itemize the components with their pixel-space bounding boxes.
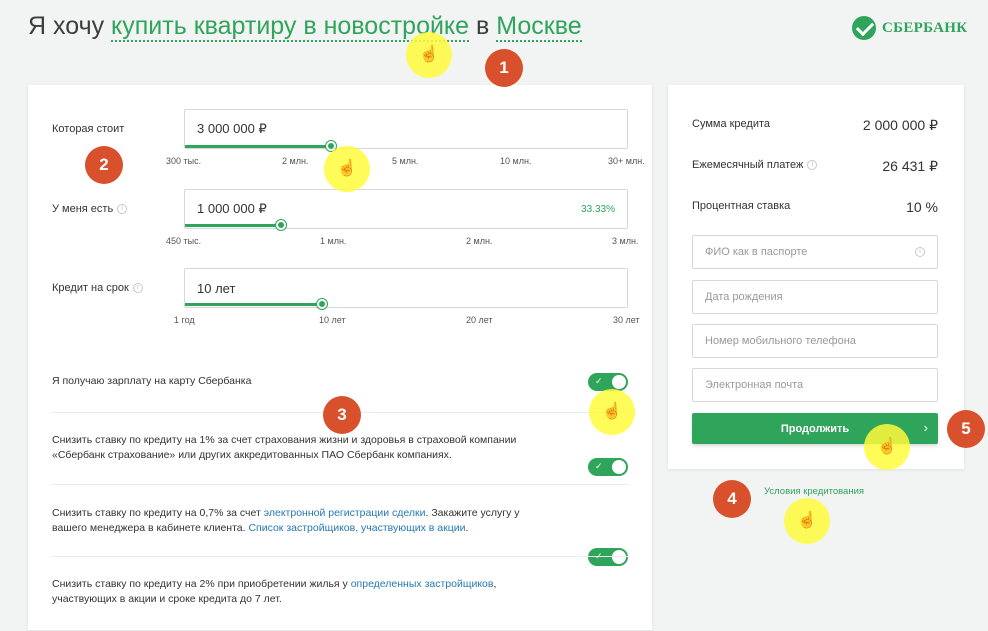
- logo-text: СБЕРБАНК: [882, 19, 968, 36]
- title-part-2: в: [469, 12, 497, 40]
- price-label: Которая стоит: [52, 123, 125, 135]
- down-payment-label: У меня есть i: [52, 203, 128, 215]
- down-payment-percent: 33.33%: [581, 203, 615, 215]
- step-badge: 5: [947, 410, 985, 448]
- monthly-payment-label: Ежемесячный платеж i: [692, 159, 818, 171]
- step-badge: 4: [713, 480, 751, 518]
- summary-card: [668, 85, 964, 469]
- insurance-toggle[interactable]: ✓: [588, 458, 628, 476]
- rate-label: Процентная ставка: [692, 200, 791, 212]
- down-payment-slider-handle[interactable]: [276, 220, 286, 230]
- hand-cursor-icon: ☝: [337, 160, 357, 177]
- email-field[interactable]: Электронная почта: [692, 368, 938, 402]
- email-placeholder: Электронная почта: [705, 379, 804, 391]
- loan-terms-link[interactable]: Условия кредитования: [764, 486, 864, 497]
- page-title: Я хочу купить квартиру в новостройке в М…: [28, 12, 582, 42]
- term-label-text: Кредит на срок: [52, 282, 129, 294]
- step-badge: 1: [485, 49, 523, 87]
- monthly-payment-label-text: Ежемесячный платеж: [692, 159, 804, 171]
- divider: [52, 484, 628, 485]
- down-payment-tick: 1 млн.: [320, 236, 347, 246]
- electronic-text-3: .: [465, 522, 469, 534]
- sberbank-logo-icon: [852, 16, 876, 40]
- developers-text-1: Снизить ставку по кредиту на 2% при прио…: [52, 578, 351, 590]
- fio-placeholder: ФИО как в паспорте: [705, 246, 808, 258]
- birth-date-placeholder: Дата рождения: [705, 291, 783, 303]
- sberbank-logo: СБЕРБАНК: [852, 16, 967, 40]
- fio-field[interactable]: ФИО как в паспорте i: [692, 235, 938, 269]
- developers-option-text: Снизить ставку по кредиту на 2% при прио…: [52, 577, 552, 607]
- info-icon[interactable]: i: [915, 247, 925, 257]
- chevron-right-icon: ›: [923, 420, 928, 435]
- term-tick: 10 лет: [319, 315, 346, 325]
- step-badge: 3: [323, 396, 361, 434]
- continue-label: Продолжить: [780, 422, 850, 435]
- info-icon[interactable]: i: [807, 160, 818, 171]
- term-tick: 20 лет: [466, 315, 493, 325]
- term-tick: 30 лет: [613, 315, 640, 325]
- loan-amount-value: 2 000 000 ₽: [862, 117, 938, 133]
- term-slider-fill: [185, 303, 322, 306]
- price-value: 3 000 000 ₽: [197, 121, 267, 136]
- term-input[interactable]: 10 лет: [184, 268, 628, 308]
- title-part-1: Я хочу: [28, 12, 112, 40]
- salary-option-text: Я получаю зарплату на карту Сбербанка: [52, 375, 252, 387]
- price-tick: 300 тыс.: [166, 156, 202, 166]
- price-tick: 30+ млн.: [608, 156, 645, 166]
- phone-placeholder: Номер мобильного телефона: [705, 335, 856, 347]
- divider: [52, 556, 628, 557]
- hand-cursor-icon: ☝: [419, 46, 439, 63]
- monthly-payment-value: 26 431 ₽: [882, 158, 938, 174]
- rate-value: 10 %: [906, 199, 938, 215]
- price-tick: 2 млн.: [282, 156, 309, 166]
- down-payment-tick: 450 тыс.: [166, 236, 202, 246]
- term-value: 10 лет: [197, 280, 236, 296]
- birth-date-field[interactable]: Дата рождения: [692, 280, 938, 314]
- phone-field[interactable]: Номер мобильного телефона: [692, 324, 938, 358]
- check-icon: ✓: [595, 461, 603, 471]
- electronic-registration-link[interactable]: электронной регистрации сделки: [264, 507, 426, 519]
- down-payment-input[interactable]: 1 000 000 ₽ 33.33%: [184, 189, 628, 229]
- developers-list-link[interactable]: Список застройщиков, участвующих в акции: [248, 522, 465, 534]
- electronic-toggle[interactable]: ✓: [588, 548, 628, 566]
- step-badge: 2: [85, 146, 123, 184]
- hand-cursor-icon: ☝: [877, 438, 897, 455]
- down-payment-tick: 3 млн.: [612, 236, 639, 246]
- term-tick: 1 год: [174, 315, 195, 325]
- insurance-option-text: Снизить ставку по кредиту на 1% за счет …: [52, 434, 517, 461]
- price-slider-fill: [185, 145, 331, 148]
- price-tick: 5 млн.: [392, 156, 419, 166]
- info-icon[interactable]: i: [117, 204, 128, 215]
- loan-amount-label: Сумма кредита: [692, 118, 771, 130]
- certain-developers-link[interactable]: определенных застройщиков: [351, 578, 494, 590]
- term-label: Кредит на срок i: [52, 282, 143, 294]
- electronic-option-text: Снизить ставку по кредиту на 0,7% за сче…: [52, 506, 552, 536]
- down-payment-value: 1 000 000 ₽: [197, 201, 267, 216]
- price-input[interactable]: 3 000 000 ₽: [184, 109, 628, 149]
- hand-cursor-icon: ☝: [602, 403, 622, 420]
- down-payment-label-text: У меня есть: [52, 203, 114, 215]
- info-icon[interactable]: i: [132, 283, 143, 294]
- electronic-text-1: Снизить ставку по кредиту на 0,7% за сче…: [52, 507, 264, 519]
- check-icon: ✓: [595, 376, 603, 386]
- city-selector[interactable]: Москве: [496, 12, 582, 42]
- down-payment-tick: 2 млн.: [466, 236, 493, 246]
- hand-cursor-icon: ☝: [797, 512, 817, 529]
- term-slider-handle[interactable]: [317, 299, 327, 309]
- price-tick: 10 млн.: [500, 156, 532, 166]
- down-payment-slider-fill: [185, 224, 281, 227]
